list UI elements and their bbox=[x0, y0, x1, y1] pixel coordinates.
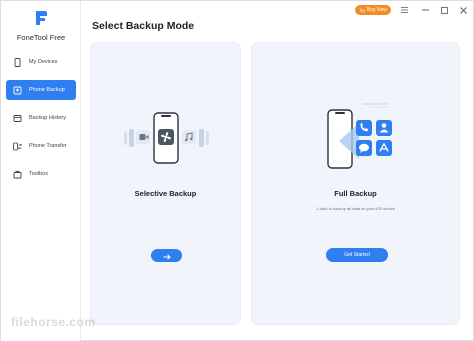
brand: FoneTool Free bbox=[1, 9, 81, 42]
full-backup-card[interactable]: Full Backup 1-click to backup all data o… bbox=[251, 42, 460, 325]
arrow-right-icon bbox=[163, 247, 171, 265]
app-window: FoneTool Free My Devices Phone Backup Ba… bbox=[0, 0, 474, 341]
cart-icon bbox=[359, 1, 365, 19]
maximize-icon[interactable] bbox=[438, 4, 450, 16]
close-icon[interactable] bbox=[457, 4, 469, 16]
sidebar-item-label: Phone Transfer bbox=[29, 143, 67, 149]
buy-now-label: Buy Now bbox=[366, 7, 387, 13]
get-started-label: Get Started bbox=[344, 252, 370, 258]
selective-backup-next-button[interactable] bbox=[151, 249, 182, 262]
full-backup-title: Full Backup bbox=[334, 189, 377, 198]
page-title: Select Backup Mode bbox=[92, 20, 195, 32]
sidebar-item-phone-transfer[interactable]: Phone Transfer bbox=[6, 136, 76, 156]
transfer-icon bbox=[13, 142, 22, 151]
watermark: filehorse.com bbox=[11, 315, 96, 329]
app-name: FoneTool Free bbox=[16, 33, 66, 42]
fonetool-logo-icon bbox=[33, 9, 49, 27]
sidebar-item-label: Phone Backup bbox=[29, 87, 65, 93]
buy-now-button[interactable]: Buy Now bbox=[355, 5, 391, 15]
sidebar-nav: My Devices Phone Backup Backup History P… bbox=[1, 48, 81, 192]
full-backup-description: 1-click to backup all data on your iOS d… bbox=[316, 206, 395, 211]
sidebar-item-backup-history[interactable]: Backup History bbox=[6, 108, 76, 128]
toolbox-icon bbox=[13, 170, 22, 179]
get-started-button[interactable]: Get Started bbox=[326, 248, 388, 262]
backup-icon bbox=[13, 86, 22, 95]
full-backup-illustration bbox=[327, 103, 392, 169]
sidebar: FoneTool Free My Devices Phone Backup Ba… bbox=[1, 1, 81, 341]
minimize-icon[interactable] bbox=[419, 4, 431, 16]
sidebar-item-my-devices[interactable]: My Devices bbox=[6, 52, 76, 72]
sidebar-item-toolbox[interactable]: Toolbox bbox=[6, 164, 76, 184]
selective-backup-card[interactable]: Selective Backup bbox=[90, 42, 241, 325]
sidebar-item-label: Backup History bbox=[29, 115, 66, 121]
sidebar-item-label: My Devices bbox=[29, 59, 58, 65]
menu-icon[interactable] bbox=[398, 4, 410, 16]
phone-icon bbox=[13, 57, 22, 67]
selective-backup-illustration bbox=[124, 112, 209, 164]
history-icon bbox=[13, 114, 22, 123]
sidebar-item-phone-backup[interactable]: Phone Backup bbox=[6, 80, 76, 100]
sidebar-item-label: Toolbox bbox=[29, 171, 48, 177]
selective-backup-title: Selective Backup bbox=[134, 189, 197, 198]
